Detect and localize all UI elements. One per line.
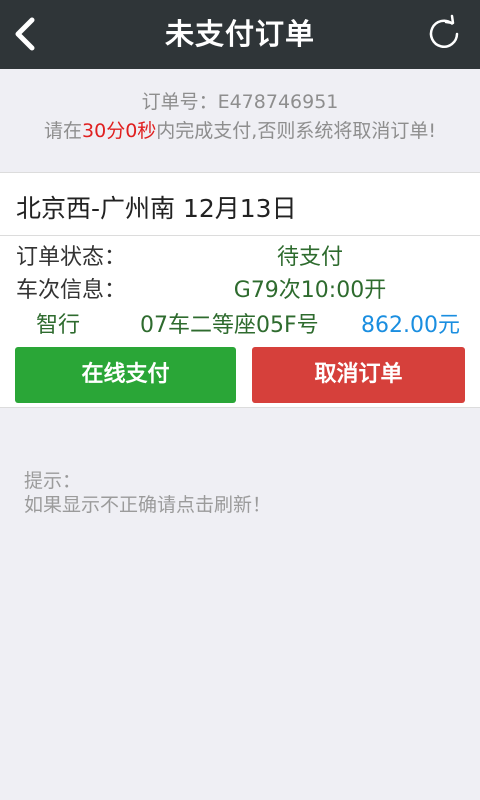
price: 862.00元 [361,313,460,338]
status-label: 订单状态： [16,245,127,270]
order-info: 订单号：E478746951 请在30分0秒内完成支付,否则系统将取消订单! [0,69,480,172]
train-value: G79次10:00开 [233,278,387,303]
countdown-timer: 30分0秒 [82,120,157,142]
header-bar: 未支付订单 [0,0,480,69]
seat-info: 07车二等座05F号 [140,313,319,338]
refresh-button[interactable] [424,14,464,54]
warning-prefix: 请在 [44,120,83,142]
pay-online-button[interactable]: 在线支付 [15,347,236,403]
payment-warning: 请在30分0秒内完成支付,否则系统将取消订单! [0,116,480,143]
status-value: 待支付 [276,245,343,270]
order-card: 北京西-广州南 12月13日 订单状态： 待支付 车次信息： G79次10:00… [0,172,480,408]
warning-suffix: 内完成支付,否则系统将取消订单! [156,120,436,142]
divider [0,235,480,236]
train-label: 车次信息： [16,278,127,303]
order-number: 订单号：E478746951 [141,91,339,113]
route-title: 北京西-广州南 12月13日 [16,194,297,223]
tip-title: 提示： [24,470,82,492]
cancel-order-button[interactable]: 取消订单 [252,347,465,403]
refresh-icon [429,14,459,48]
passenger-type: 智行 [36,313,81,338]
page-title: 未支付订单 [164,17,315,51]
tip-text: 如果显示不正确请点击刷新！ [24,494,272,516]
